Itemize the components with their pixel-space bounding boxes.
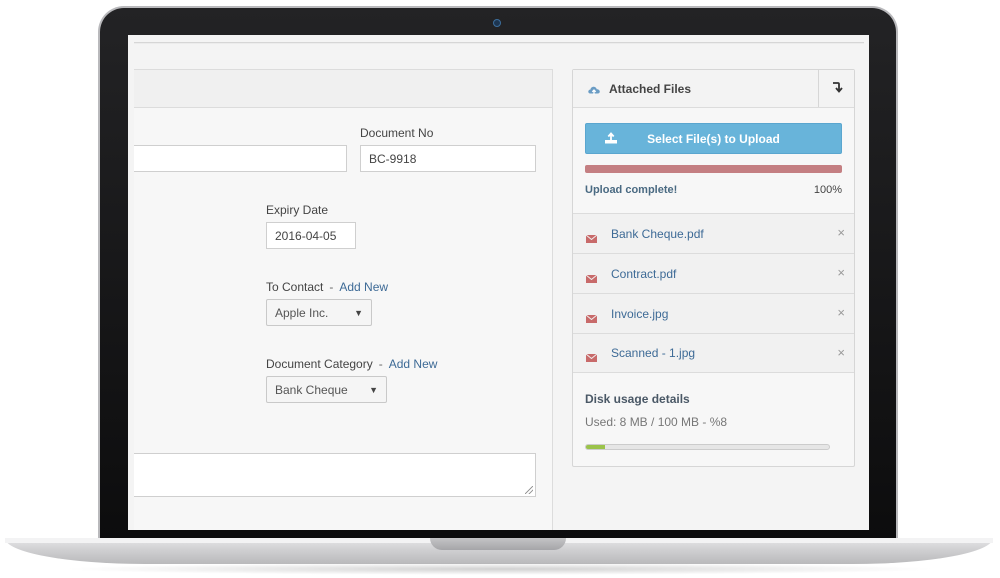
disk-usage-fill <box>586 445 606 449</box>
envelope-icon <box>585 310 598 323</box>
upload-progress-bar <box>585 165 842 173</box>
close-icon[interactable]: × <box>837 266 845 280</box>
document-category-separator: - <box>378 357 383 371</box>
chevron-down-icon: ▼ <box>369 384 378 395</box>
document-no-label: Document No <box>360 126 434 140</box>
laptop-shadow <box>60 563 940 575</box>
document-title-field[interactable] <box>134 145 347 172</box>
document-no-field[interactable]: BC-9918 <box>360 145 536 172</box>
notes-textarea[interactable] <box>134 453 536 497</box>
file-name-link[interactable]: Scanned - 1.jpg <box>611 346 695 360</box>
file-list-item[interactable]: Contract.pdf × <box>573 253 854 293</box>
document-category-selected-value: Bank Cheque <box>275 382 348 397</box>
to-contact-select[interactable]: Apple Inc. ▼ <box>266 299 372 326</box>
close-icon[interactable]: × <box>837 306 845 320</box>
upload-button-label: Select File(s) to Upload <box>647 131 780 146</box>
envelope-icon <box>585 349 598 362</box>
file-name-link[interactable]: Contract.pdf <box>611 267 676 281</box>
resize-grip-icon[interactable] <box>525 486 533 494</box>
document-category-label: Document Category <box>266 357 373 371</box>
collapse-toggle-button[interactable] <box>818 70 854 107</box>
cloud-icon <box>587 83 601 95</box>
upload-icon <box>604 132 618 147</box>
disk-usage-bar <box>585 444 830 450</box>
form-panel-header <box>134 70 552 108</box>
disk-usage-title: Disk usage details <box>585 392 690 406</box>
document-category-select[interactable]: Bank Cheque ▼ <box>266 376 387 403</box>
laptop-opening-notch <box>430 538 566 550</box>
attached-files-panel: Attached Files Select File(s) to Upload <box>572 69 855 467</box>
expiry-date-value: 2016-04-05 <box>275 228 337 243</box>
file-list-item[interactable]: Invoice.jpg × <box>573 293 854 333</box>
envelope-icon <box>585 230 598 243</box>
arrow-turn-down-icon <box>831 80 843 98</box>
to-contact-separator: - <box>329 280 334 294</box>
expiry-date-field[interactable]: 2016-04-05 <box>266 222 356 249</box>
upload-status-text: Upload complete! <box>585 184 678 196</box>
select-files-upload-button[interactable]: Select File(s) to Upload <box>585 123 842 154</box>
document-category-label-row: Document Category - Add New <box>266 357 437 371</box>
to-contact-label-row: To Contact - Add New <box>266 280 388 294</box>
close-icon[interactable]: × <box>837 226 845 240</box>
file-name-link[interactable]: Bank Cheque.pdf <box>611 227 704 241</box>
file-list-item[interactable]: Scanned - 1.jpg × <box>573 333 854 373</box>
to-contact-selected-value: Apple Inc. <box>275 305 329 320</box>
attached-files-header: Attached Files <box>573 70 854 108</box>
chevron-down-icon: ▼ <box>354 307 363 318</box>
envelope-icon <box>585 270 598 283</box>
expiry-date-label: Expiry Date <box>266 203 329 217</box>
document-form-panel: Document No BC-9918 Expiry Date 2016-04-… <box>134 69 553 530</box>
document-no-value: BC-9918 <box>369 151 417 166</box>
to-contact-add-new-link[interactable]: Add New <box>339 280 388 294</box>
attached-file-list: Bank Cheque.pdf × Contract.pdf × Invoice… <box>573 213 854 373</box>
file-list-item[interactable]: Bank Cheque.pdf × <box>573 213 854 253</box>
close-icon[interactable]: × <box>837 346 845 360</box>
to-contact-label: To Contact <box>266 280 324 294</box>
disk-usage-text: Used: 8 MB / 100 MB - %8 <box>585 415 728 429</box>
app-screen: Document No BC-9918 Expiry Date 2016-04-… <box>128 35 869 530</box>
file-name-link[interactable]: Invoice.jpg <box>611 307 668 321</box>
attached-files-title: Attached Files <box>609 81 692 96</box>
upload-percent-text: 100% <box>813 184 842 196</box>
webcam-icon <box>493 19 501 27</box>
top-divider <box>134 42 864 44</box>
upload-progress-fill <box>585 165 842 173</box>
document-category-add-new-link[interactable]: Add New <box>389 357 438 371</box>
